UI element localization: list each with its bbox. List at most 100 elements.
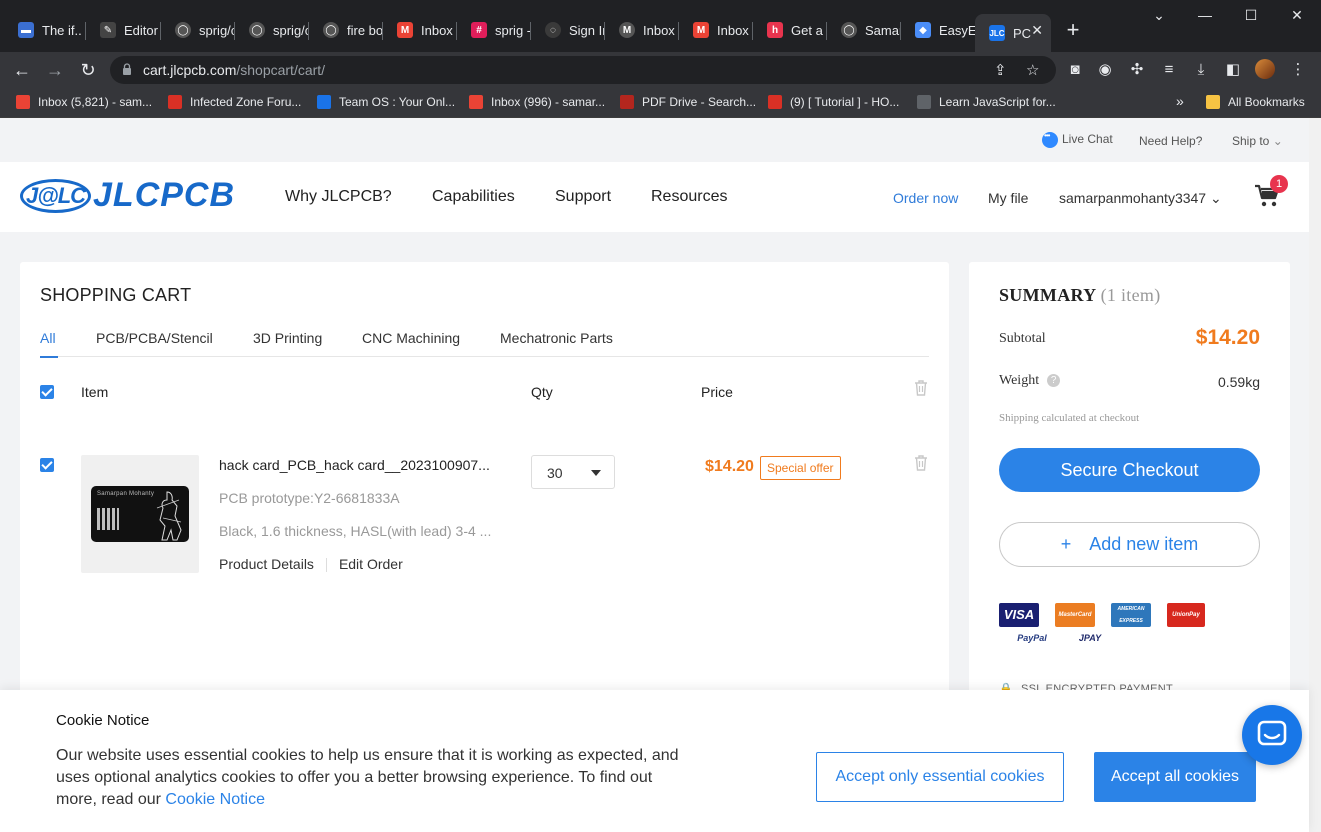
browser-tab[interactable]: h Get a — [753, 14, 827, 46]
lock-icon — [123, 63, 131, 75]
extension-icon[interactable]: ◉ — [1094, 59, 1116, 81]
product-name[interactable]: hack card_PCB_hack card__2023100907... — [219, 457, 499, 473]
page-viewport: Live Chat Need Help? Ship to ⌄ J@LC JLCP… — [0, 118, 1321, 832]
jlcpcb-logo[interactable]: J@LC JLCPCB — [20, 176, 235, 215]
trash-icon[interactable] — [914, 455, 928, 471]
subtotal-label: Subtotal — [999, 331, 1046, 346]
download-icon[interactable]: ⤓ — [1190, 59, 1212, 81]
tab-pcb-pcba-stencil[interactable]: PCB/PCBA/Stencil — [96, 330, 213, 346]
utility-bar: Live Chat Need Help? Ship to ⌄ — [0, 118, 1309, 162]
live-chat-link[interactable]: Live Chat — [1042, 131, 1113, 148]
browser-tab[interactable]: ◯ sprig/c — [161, 14, 235, 46]
select-all-checkbox[interactable] — [40, 385, 54, 399]
cart-category-tabs: All PCB/PCBA/Stencil 3D Printing CNC Mac… — [40, 322, 929, 358]
browser-tab[interactable]: ▬ The if.. — [4, 14, 86, 46]
puzzle-extensions-icon[interactable]: ✣ — [1126, 59, 1148, 81]
close-window-button[interactable]: ✕ — [1274, 4, 1320, 26]
character-artwork — [156, 491, 182, 541]
new-tab-button[interactable]: + — [1060, 18, 1086, 44]
bookmark-item[interactable]: Inbox (5,821) - sam... — [16, 95, 152, 109]
browser-tab[interactable]: ◯ sprig/c — [235, 14, 309, 46]
nav-support[interactable]: Support — [555, 188, 611, 206]
nav-why-jlcpcb[interactable]: Why JLCPCB? — [285, 188, 392, 206]
my-file-link[interactable]: My file — [988, 190, 1028, 206]
bookmark-item[interactable]: Learn JavaScript for... — [917, 95, 1056, 109]
more-bookmarks-button[interactable]: » — [1176, 93, 1184, 109]
reading-list-icon[interactable]: ≡ — [1158, 59, 1180, 81]
all-bookmarks-button[interactable]: All Bookmarks — [1206, 95, 1305, 109]
back-button[interactable]: ← — [10, 58, 34, 82]
cookie-notice-banner: Cookie Notice Our website uses essential… — [0, 690, 1309, 832]
minimize-button[interactable]: — — [1182, 4, 1228, 26]
forward-button[interactable]: → — [43, 58, 67, 82]
page-scrollbar[interactable] — [1309, 118, 1321, 832]
chat-bubble-icon — [1257, 720, 1287, 746]
nav-capabilities[interactable]: Capabilities — [432, 188, 515, 206]
gmail-icon — [16, 95, 30, 109]
order-now-link[interactable]: Order now — [893, 190, 958, 206]
browser-tab[interactable]: M Inbox — [679, 14, 753, 46]
trash-icon[interactable] — [914, 380, 928, 396]
profile-avatar-icon[interactable] — [1254, 59, 1276, 81]
chevron-down-icon: ⌄ — [1272, 134, 1283, 148]
secure-checkout-button[interactable]: Secure Checkout — [999, 448, 1260, 492]
tab-all[interactable]: All — [40, 330, 58, 358]
browser-tab[interactable]: ◌ Sign Ir — [531, 14, 605, 46]
reload-button[interactable]: ↻ — [76, 58, 100, 82]
tab-3d-printing[interactable]: 3D Printing — [253, 330, 322, 346]
menu-kebab-icon[interactable]: ⋮ — [1287, 59, 1309, 81]
browser-tab[interactable]: ◯ fire bo — [309, 14, 383, 46]
visa-logo-icon: VISA — [999, 603, 1039, 627]
share-icon[interactable]: ⇪ — [994, 61, 1007, 79]
qr-code-graphic — [97, 508, 119, 530]
browser-tab[interactable]: # sprig - — [457, 14, 531, 46]
browser-tab[interactable]: M Inbox — [383, 14, 457, 46]
need-help-link[interactable]: Need Help? — [1139, 134, 1202, 148]
accept-all-cookies-button[interactable]: Accept all cookies — [1094, 752, 1256, 802]
browser-tab-strip: ▬ The if.. ✎ Editor ◯ sprig/c ◯ sprig/c ◯ fir… — [0, 0, 1321, 52]
bookmark-item[interactable]: PDF Drive - Search... — [620, 95, 756, 109]
extension-icon[interactable]: ◙ — [1064, 59, 1086, 81]
tab-search-icon[interactable]: ⌄ — [1136, 4, 1182, 26]
summary-title: SUMMARY (1 item) — [999, 285, 1161, 305]
bookmark-item[interactable]: Infected Zone Foru... — [168, 95, 301, 109]
add-new-item-button[interactable]: + Add new item — [999, 522, 1260, 567]
product-details-link[interactable]: Product Details — [219, 556, 314, 572]
quantity-select[interactable]: 30 — [531, 455, 615, 489]
cart-button[interactable]: 1 — [1254, 175, 1288, 212]
cookie-notice-text: Our website uses essential cookies to he… — [56, 747, 679, 808]
user-menu[interactable]: samarpanmohanty3347 ⌄ — [1059, 190, 1222, 207]
cookie-notice-link[interactable]: Cookie Notice — [165, 791, 265, 808]
accept-essential-cookies-button[interactable]: Accept only essential cookies — [816, 752, 1064, 802]
browser-tab[interactable]: M Inbox — [605, 14, 679, 46]
side-panel-icon[interactable]: ◧ — [1222, 59, 1244, 81]
tab-mechatronic-parts[interactable]: Mechatronic Parts — [500, 330, 613, 346]
pcb-image: Samarpan Mohanty — [91, 486, 189, 542]
bookmark-item[interactable]: (9) [ Tutorial ] - HO... — [768, 95, 899, 109]
close-tab-icon[interactable]: ✕ — [1031, 22, 1043, 39]
maximize-button[interactable]: ☐ — [1228, 4, 1274, 26]
cart-count-badge: 1 — [1270, 175, 1288, 193]
github-icon: ◯ — [323, 22, 339, 38]
browser-tab[interactable]: ◆EasyEI — [901, 14, 975, 46]
tab-cnc-machining[interactable]: CNC Machining — [362, 330, 460, 346]
bookmark-item[interactable]: Inbox (996) - samar... — [469, 95, 605, 109]
shopping-cart-panel: SHOPPING CART All PCB/PCBA/Stencil 3D Pr… — [20, 262, 949, 702]
address-bar[interactable]: cart.jlcpcb.com/shopcart/cart/ ⇪ ☆ — [110, 56, 1056, 84]
nav-resources[interactable]: Resources — [651, 188, 727, 206]
site-header: J@LC JLCPCB Why JLCPCB? Capabilities Sup… — [0, 162, 1309, 232]
bookmark-item[interactable]: Team OS : Your Onl... — [317, 95, 455, 109]
item-checkbox[interactable] — [40, 458, 54, 472]
browser-tab[interactable]: ✎ Editor — [86, 14, 161, 46]
ship-to-dropdown[interactable]: Ship to ⌄ — [1232, 134, 1283, 148]
live-chat-launcher[interactable] — [1242, 705, 1302, 765]
help-question-icon[interactable]: ? — [1047, 374, 1061, 388]
bookmark-star-icon[interactable]: ☆ — [1026, 61, 1039, 79]
hackerrank-icon: h — [767, 22, 783, 38]
browser-tab-active[interactable]: JLC PC ✕ — [975, 14, 1051, 52]
product-thumbnail[interactable]: Samarpan Mohanty — [81, 455, 199, 573]
jpay-logo-icon: JPAY — [1078, 633, 1102, 643]
browser-tab[interactable]: ◯ Samar — [827, 14, 901, 46]
edit-order-link[interactable]: Edit Order — [339, 556, 403, 572]
item-price: $14.20 — [705, 458, 754, 475]
